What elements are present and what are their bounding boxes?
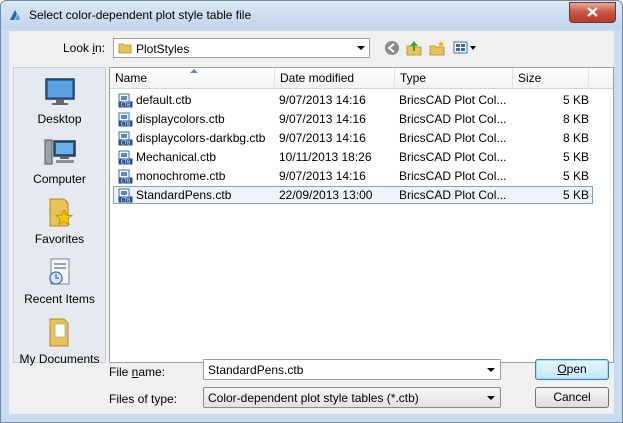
- new-folder-icon[interactable]: [428, 38, 446, 58]
- files-of-type-dropdown[interactable]: Color-dependent plot style tables (*.ctb…: [203, 387, 501, 408]
- table-row[interactable]: CTB monochrome.ctb 9/07/2013 14:16 BricsCAD…: [110, 167, 613, 186]
- dialog-client-area: Look in: PlotStyles Desktop Computer Fav…: [9, 31, 614, 414]
- place-desktop[interactable]: Desktop: [14, 72, 105, 132]
- file-list-header: Name Date modified Type Size: [110, 68, 613, 89]
- type-cell: BricsCAD Plot Col...: [399, 112, 507, 126]
- svg-text:CTB: CTB: [121, 141, 131, 146]
- size-cell: 5 KB: [562, 93, 589, 107]
- svg-text:CTB: CTB: [121, 103, 131, 108]
- computer-icon: [44, 139, 76, 165]
- size-cell: 5 KB: [562, 150, 589, 164]
- desktop-icon: [45, 78, 75, 105]
- files-of-type-value: Color-dependent plot style tables (*.ctb…: [208, 391, 419, 405]
- svg-text:CTB: CTB: [121, 198, 131, 203]
- file-name-cell: CTB Mechanical.ctb: [118, 148, 275, 167]
- size-cell: 8 KB: [562, 112, 589, 126]
- svg-text:CTB: CTB: [121, 179, 131, 184]
- sort-ascending-icon: [190, 69, 198, 73]
- place-my-documents[interactable]: My Documents: [14, 312, 105, 372]
- look-in-value: PlotStyles: [136, 42, 190, 56]
- column-header-type[interactable]: Type: [395, 68, 513, 88]
- type-cell: BricsCAD Plot Col...: [399, 131, 507, 145]
- look-in-dropdown[interactable]: PlotStyles: [113, 38, 370, 58]
- title-bar[interactable]: Select color-dependent plot style table …: [1, 1, 622, 29]
- cancel-button[interactable]: Cancel: [535, 387, 609, 408]
- files-of-type-label: Files of type:: [109, 392, 178, 406]
- file-name-cell: CTB default.ctb: [118, 91, 275, 110]
- chevron-down-icon: [487, 396, 495, 400]
- file-name-input[interactable]: StandardPens.ctb: [203, 359, 501, 380]
- type-cell: BricsCAD Plot Col...: [399, 150, 507, 164]
- type-cell: BricsCAD Plot Col...: [399, 188, 507, 202]
- date-modified-cell: 10/11/2013 18:26: [279, 150, 372, 164]
- back-icon[interactable]: [383, 38, 401, 58]
- chevron-down-icon: [357, 46, 365, 50]
- date-modified-cell: 9/07/2013 14:16: [279, 112, 366, 126]
- close-icon: [587, 7, 598, 17]
- file-name-cell: CTB displaycolors-darkbg.ctb: [118, 129, 275, 148]
- open-button[interactable]: Open: [535, 359, 609, 380]
- type-cell: BricsCAD Plot Col...: [399, 169, 507, 183]
- date-modified-cell: 9/07/2013 14:16: [279, 169, 366, 183]
- ctb-file-icon: CTB: [118, 93, 133, 108]
- date-modified-cell: 9/07/2013 14:16: [279, 131, 366, 145]
- ctb-file-icon: CTB: [118, 131, 133, 146]
- look-in-label: Look in:: [63, 41, 106, 55]
- favorites-icon: [49, 198, 73, 227]
- window-title: Select color-dependent plot style table …: [29, 8, 252, 22]
- recent-items-icon: [49, 258, 70, 285]
- svg-text:CTB: CTB: [121, 160, 131, 165]
- file-name-cell: CTB StandardPens.ctb: [118, 186, 275, 205]
- size-cell: 5 KB: [562, 169, 589, 183]
- ctb-file-icon: CTB: [118, 169, 133, 184]
- ctb-file-icon: CTB: [118, 188, 133, 203]
- chevron-down-icon[interactable]: [487, 368, 495, 372]
- size-cell: 5 KB: [562, 188, 589, 202]
- table-row[interactable]: CTB StandardPens.ctb 22/09/2013 13:00 Brics…: [110, 186, 613, 205]
- file-name-value: StandardPens.ctb: [208, 363, 304, 377]
- table-row[interactable]: CTB Mechanical.ctb 10/11/2013 18:26 BricsCA…: [110, 148, 613, 167]
- place-recent-items[interactable]: Recent Items: [14, 252, 105, 312]
- column-header-size[interactable]: Size: [513, 68, 589, 88]
- file-dialog-window: Select color-dependent plot style table …: [0, 0, 623, 423]
- file-name-cell: CTB monochrome.ctb: [118, 167, 275, 186]
- table-row[interactable]: CTB default.ctb 9/07/2013 14:16 BricsCAD Pl…: [110, 91, 613, 110]
- close-button[interactable]: [569, 2, 616, 23]
- column-header-date-modified[interactable]: Date modified: [275, 68, 395, 88]
- date-modified-cell: 22/09/2013 13:00: [279, 188, 373, 202]
- bricscad-app-icon: [10, 10, 20, 20]
- date-modified-cell: 9/07/2013 14:16: [279, 93, 366, 107]
- my-documents-icon: [49, 318, 69, 347]
- file-list[interactable]: Name Date modified Type Size CTB default.…: [109, 67, 614, 363]
- table-row[interactable]: CTB displaycolors.ctb 9/07/2013 14:16 Brics…: [110, 110, 613, 129]
- folder-icon: [118, 43, 132, 54]
- column-header-name[interactable]: Name: [110, 68, 275, 88]
- places-bar: Desktop Computer Favorites Recent Items …: [13, 67, 106, 366]
- svg-text:CTB: CTB: [121, 122, 131, 127]
- size-cell: 8 KB: [562, 131, 589, 145]
- place-favorites[interactable]: Favorites: [14, 192, 105, 252]
- file-name-cell: CTB displaycolors.ctb: [118, 110, 275, 129]
- type-cell: BricsCAD Plot Col...: [399, 93, 507, 107]
- ctb-file-icon: CTB: [118, 112, 133, 127]
- table-row[interactable]: CTB displaycolors-darkbg.ctb 9/07/2013 14:…: [110, 129, 613, 148]
- ctb-file-icon: CTB: [118, 150, 133, 165]
- file-name-label: File name:: [109, 365, 166, 379]
- place-computer[interactable]: Computer: [14, 132, 105, 192]
- view-menu-icon[interactable]: [452, 38, 478, 58]
- up-folder-icon[interactable]: [405, 38, 423, 58]
